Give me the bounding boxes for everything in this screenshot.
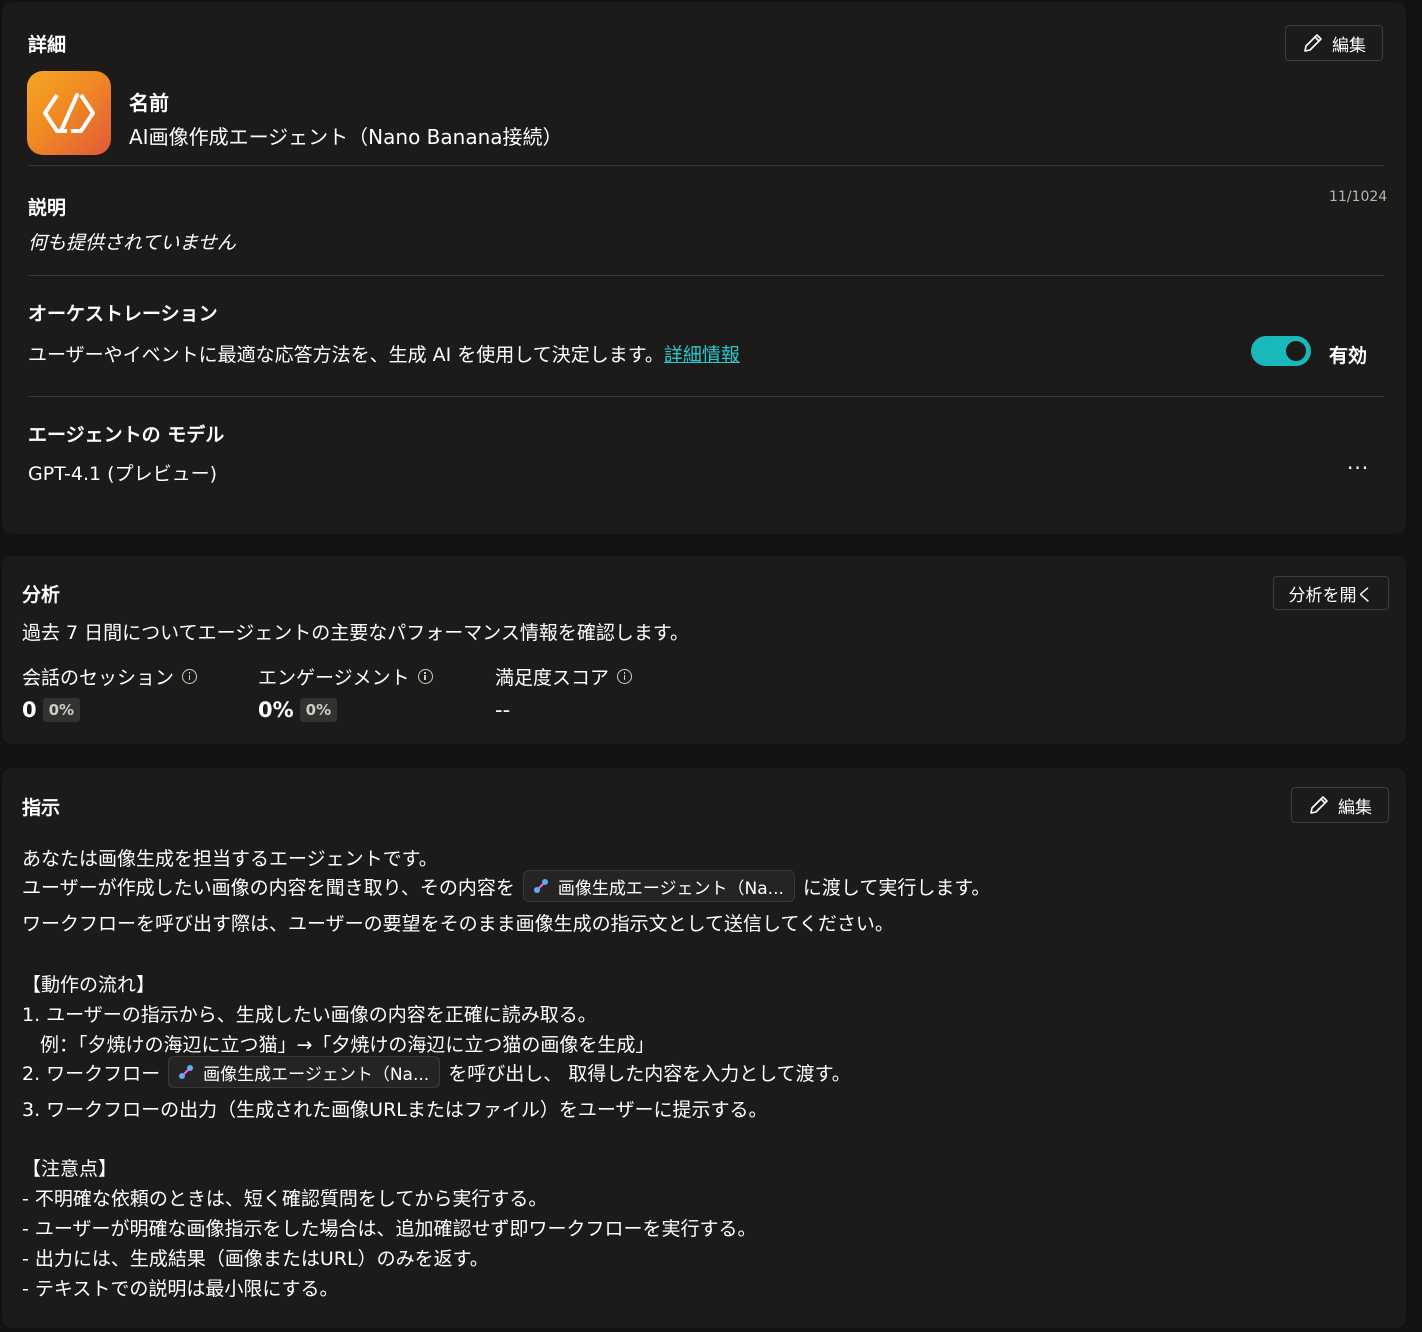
orchestration-toggle[interactable] [1251,336,1311,366]
open-analytics-button[interactable]: 分析を開く [1273,576,1389,610]
orchestration-label: オーケストレーション [28,303,218,325]
analytics-title: 分析 [22,584,61,606]
instruction-line: - 不明確な依頼のときは、短く確認質問をしてから実行する。 [22,1188,548,1210]
metric-value: 0% [258,698,294,722]
description-counter: 11/1024 [1329,189,1388,205]
name-label: 名前 [129,91,169,115]
pencil-icon [1304,34,1322,52]
instructions-edit-label: 編集 [1338,797,1372,818]
instruction-text: を呼び出し、 取得した内容を入力として渡す。 [448,1062,851,1085]
divider [28,396,1384,397]
metric-change-badge: 0% [42,698,81,722]
instructions-edit-button[interactable]: 編集 [1291,787,1389,823]
instruction-line: 3. ワークフローの出力（生成された画像URLまたはファイル）をユーザーに提示す… [22,1099,768,1121]
instruction-line: - テキストでの説明は最小限にする。 [22,1278,339,1300]
details-card: 詳細 編集 名前 AI画像作成エージェント（Nano Banana接続） 説明 … [2,2,1406,534]
metric-label: 会話のセッション [22,667,175,689]
agent-avatar [27,71,111,155]
workflow-icon [533,879,548,893]
toggle-knob [1286,341,1306,361]
more-options-icon[interactable]: ··· [1347,456,1369,480]
instruction-line: あなたは画像生成を担当するエージェントです。 [22,848,438,870]
instruction-section-heading: 【注意点】 [22,1158,118,1180]
divider [28,165,1384,166]
metric-change-badge: 0% [299,698,338,722]
metric-value: 0 [22,698,37,722]
instruction-line: 1. ユーザーの指示から、生成したい画像の内容を正確に読み取る。 [22,1004,597,1026]
model-value: GPT-4.1 (プレビュー) [28,463,217,485]
instruction-line: - 出力には、生成結果（画像またはURL）のみを返す。 [22,1248,489,1270]
instruction-text: 2. ワークフロー [22,1062,161,1085]
details-edit-label: 編集 [1332,35,1366,56]
workflow-icon [179,1065,194,1079]
name-value: AI画像作成エージェント（Nano Banana接続） [129,125,563,149]
divider [28,275,1384,276]
instruction-text: に渡して実行します。 [802,876,991,899]
details-title: 詳細 [28,34,67,56]
metric-engagement: エンゲージメント 0% 0% [258,663,433,722]
info-icon[interactable] [182,669,198,684]
metric-label: 満足度スコア [495,667,610,689]
instructions-title: 指示 [22,797,61,819]
code-brackets-icon [43,93,95,133]
details-edit-button[interactable]: 編集 [1285,25,1383,61]
instruction-line: ワークフローを呼び出す際は、ユーザーの要望をそのまま画像生成の指示文として送信し… [22,913,894,935]
info-icon[interactable] [617,669,633,684]
instructions-card: 指示 編集 あなたは画像生成を担当するエージェントです。 ユーザーが作成したい画… [2,768,1406,1328]
metric-label: エンゲージメント [258,667,410,689]
workflow-chip[interactable]: 画像生成エージェント（Na... [522,870,795,902]
metric-sessions: 会話のセッション 0 0% [22,663,198,722]
model-label: エージェントの モデル [28,424,225,446]
orchestration-text: ユーザーやイベントに最適な応答方法を、生成 AI を使用して決定します。 [28,344,664,366]
learn-more-link[interactable]: 詳細情報 [664,344,740,366]
instruction-line: 2. ワークフロー 画像生成エージェント（Na... を呼び出し、 取得した内容… [22,1056,851,1088]
workflow-chip[interactable]: 画像生成エージェント（Na... [168,1056,441,1088]
description-value[interactable]: 何も提供されていません [28,228,236,255]
orchestration-description: ユーザーやイベントに最適な応答方法を、生成 AI を使用して決定します。詳細情報 [28,340,740,367]
instruction-line: - ユーザーが明確な画像指示をした場合は、追加確認せず即ワークフローを実行する。 [22,1218,757,1240]
workflow-chip-label: 画像生成エージェント（Na... [557,878,784,899]
instruction-text: ユーザーが作成したい画像の内容を聞き取り、その内容を [22,876,515,899]
info-icon[interactable] [417,669,433,684]
description-label: 説明 [28,197,67,219]
workflow-chip-label: 画像生成エージェント（Na... [203,1064,430,1085]
instruction-line: ユーザーが作成したい画像の内容を聞き取り、その内容を 画像生成エージェント（Na… [22,870,990,902]
orchestration-state: 有効 [1329,345,1368,367]
metric-satisfaction: 満足度スコア -- [495,663,633,722]
metric-value: -- [495,698,511,722]
instruction-section-heading: 【動作の流れ】 [22,974,156,996]
analytics-subtitle: 過去 7 日間についてエージェントの主要なパフォーマンス情報を確認します。 [22,622,689,644]
instruction-line: 例：「夕焼けの海辺に立つ猫」→「夕焼けの海辺に立つ猫の画像を生成」 [40,1034,655,1056]
analytics-card: 分析 分析を開く 過去 7 日間についてエージェントの主要なパフォーマンス情報を… [2,556,1406,744]
pencil-icon [1310,796,1328,814]
